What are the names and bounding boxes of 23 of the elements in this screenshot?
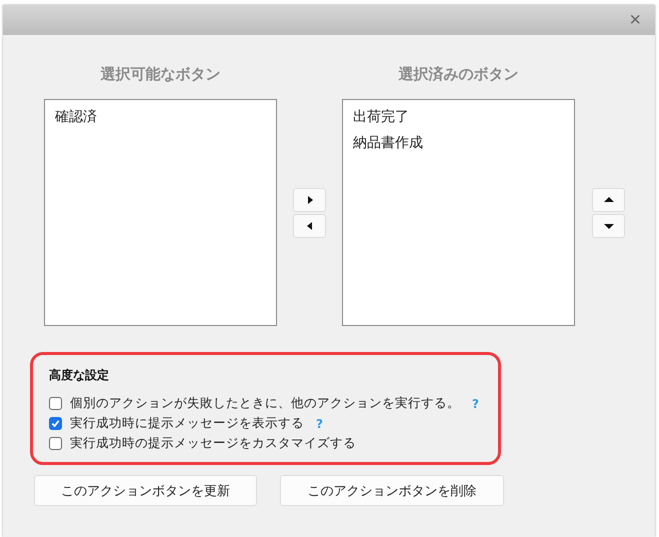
button-list[interactable]: 確認済 xyxy=(44,99,277,326)
move-right-button[interactable] xyxy=(293,188,326,212)
list-item[interactable]: 出荷完了 xyxy=(343,106,574,132)
list-item[interactable]: 確認済 xyxy=(45,106,276,132)
checkbox[interactable] xyxy=(49,437,62,450)
column-heading: 選択可能なボタン xyxy=(100,65,220,85)
option-label: 実行成功時の提示メッセージをカスタマイズする xyxy=(70,435,356,452)
move-left-button[interactable] xyxy=(293,214,326,238)
list-item[interactable]: 納品書作成 xyxy=(343,132,574,158)
move-down-button[interactable] xyxy=(592,214,625,238)
update-button[interactable]: このアクションボタンを更新 xyxy=(34,475,257,506)
option-label: 個別のアクションが失敗したときに、他のアクションを実行する。 xyxy=(70,395,460,412)
down-triangle-icon xyxy=(604,221,614,231)
option-label: 実行成功時に提示メッセージを表示する xyxy=(70,415,304,432)
checkbox[interactable] xyxy=(49,397,62,410)
checkbox[interactable] xyxy=(49,417,62,430)
section-heading: 高度な設定 xyxy=(49,367,110,384)
delete-button[interactable]: このアクションボタンを削除 xyxy=(280,475,504,506)
left-triangle-icon xyxy=(304,221,314,231)
up-triangle-icon xyxy=(604,195,614,205)
move-up-button[interactable] xyxy=(592,188,625,212)
column-heading: 選択済みのボタン xyxy=(398,65,518,85)
button-list[interactable]: 出荷完了 納品書作成 xyxy=(342,99,575,326)
